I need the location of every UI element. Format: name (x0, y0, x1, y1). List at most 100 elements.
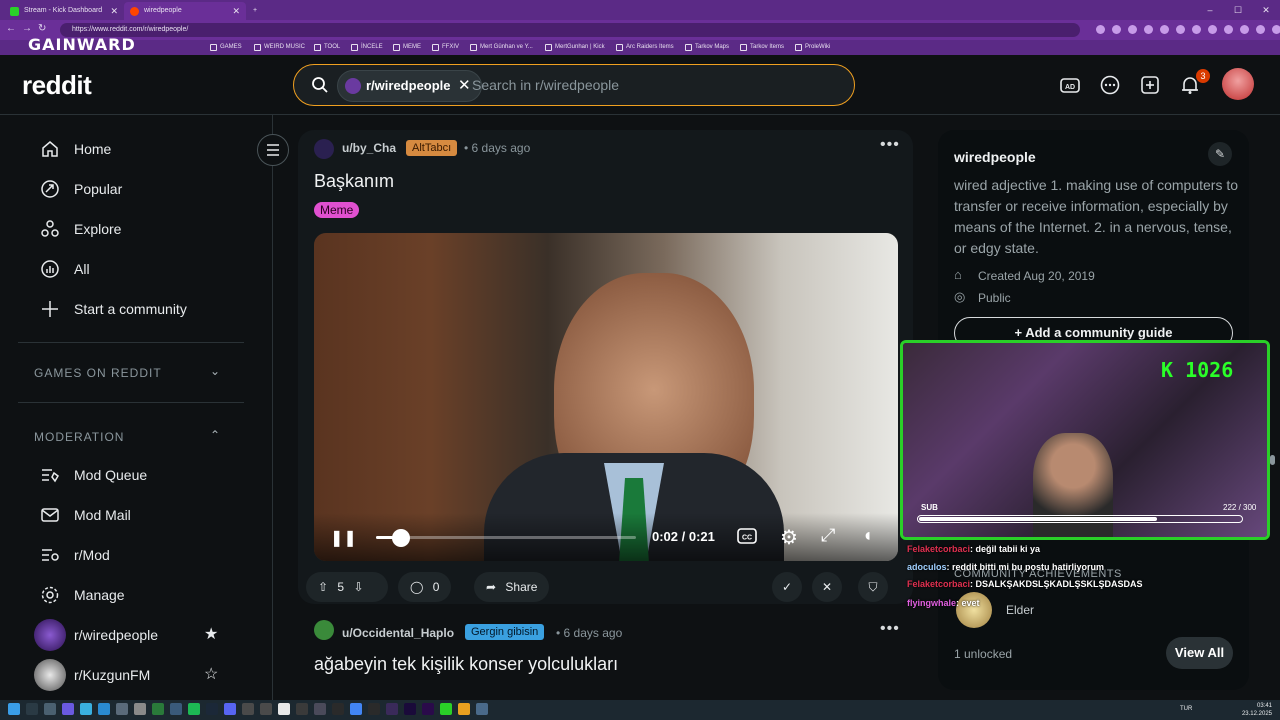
chevron-up-icon[interactable]: ⌃ (210, 428, 220, 442)
user-avatar[interactable] (1222, 68, 1254, 100)
maximize-icon[interactable]: ☐ (1224, 0, 1252, 20)
extension-icon[interactable] (1224, 25, 1233, 34)
bookmark-prolewiki[interactable]: ProleWiki (795, 42, 830, 53)
start-icon[interactable] (8, 703, 20, 715)
app-icon[interactable] (62, 703, 74, 715)
bookmark-weird-music[interactable]: WEIRD MUSIC (254, 42, 305, 53)
bookmark-incele[interactable]: İNCELE (351, 42, 383, 53)
premiere-icon[interactable] (422, 703, 434, 715)
post-title[interactable]: ağabeyin tek kişilik konser yolculukları (314, 654, 618, 675)
photoshop-icon[interactable] (404, 703, 416, 715)
sidebar-item-start-community[interactable]: Start a community (40, 294, 240, 324)
more-options-icon[interactable]: ••• (880, 136, 900, 154)
extension-icon[interactable] (1256, 25, 1265, 34)
star-icon[interactable] (1144, 25, 1153, 34)
section-games-on-reddit[interactable]: GAMES ON REDDIT (34, 366, 162, 380)
app-icon[interactable] (314, 703, 326, 715)
sidebar-item-popular[interactable]: Popular (40, 174, 240, 204)
bookmark-tarkov-items[interactable]: Tarkov Items (740, 42, 784, 53)
search-icon[interactable] (26, 703, 38, 715)
upvote-icon[interactable]: ⇧ (318, 580, 328, 594)
new-tab-button[interactable]: + (248, 2, 262, 20)
sidebar-item-all[interactable]: All (40, 254, 240, 284)
app-icon[interactable] (476, 703, 488, 715)
extension-icon[interactable] (1272, 25, 1280, 34)
clear-chip-icon[interactable]: ✕ (458, 71, 471, 101)
system-clock[interactable]: 03:41 23.12.2025 (1242, 702, 1272, 718)
bookmark-tool[interactable]: TOOL (314, 42, 340, 53)
sidebar-item-mod-mail[interactable]: Mod Mail (40, 500, 240, 530)
discord-icon[interactable] (224, 703, 236, 715)
scrollbar-thumb[interactable] (1270, 455, 1275, 465)
extension-icon[interactable] (1192, 25, 1201, 34)
video-progress-thumb[interactable] (391, 529, 410, 547)
sidebar-item-manage[interactable]: Manage (40, 580, 240, 610)
input-language[interactable]: TUR (1180, 706, 1192, 712)
extension-icon[interactable] (1160, 25, 1169, 34)
fullscreen-icon[interactable]: ⤢ (821, 525, 835, 546)
post-author-avatar[interactable] (314, 620, 334, 640)
search-bar[interactable]: r/wiredpeople ✕ Search in r/wiredpeople (293, 64, 855, 106)
steam-icon[interactable] (206, 703, 218, 715)
post-card[interactable]: u/Occidental_Haplo Gergin gibisin • 6 da… (298, 612, 913, 702)
more-options-icon[interactable]: ••• (880, 620, 900, 638)
approve-icon[interactable]: ✓ (772, 572, 802, 602)
extension-icon[interactable] (1096, 25, 1105, 34)
sidebar-item-r-mod[interactable]: r/Mod (40, 540, 240, 570)
extension-icon[interactable] (1240, 25, 1249, 34)
chevron-down-icon[interactable]: ⌄ (210, 364, 220, 378)
pause-icon[interactable]: ❚❚ (330, 528, 357, 548)
chat-icon[interactable] (1099, 74, 1121, 96)
url-field[interactable]: https://www.reddit.com/r/wiredpeople/ (60, 23, 1080, 37)
edit-pencil-icon[interactable]: ✎ (1208, 142, 1232, 166)
back-icon[interactable]: ← (6, 23, 22, 34)
video-player[interactable]: ❚❚ 0:02 / 0:21 CC ⚙ ⤢ ◖ (314, 233, 898, 561)
chrome-icon[interactable] (350, 703, 362, 715)
advertise-icon[interactable]: AD (1059, 74, 1081, 96)
search-input[interactable]: Search in r/wiredpeople (472, 77, 619, 93)
extension-icon[interactable] (1112, 25, 1121, 34)
bookmark-mert-gunhan[interactable]: Mert Günhan ve Y... (470, 42, 533, 53)
downvote-icon[interactable]: ⇩ (353, 580, 363, 594)
taskview-icon[interactable] (44, 703, 56, 715)
xbox-icon[interactable] (152, 703, 164, 715)
app-icon[interactable] (242, 703, 254, 715)
app-icon[interactable] (116, 703, 128, 715)
sidebar-item-community-kuzgunfm[interactable]: r/KuzgunFM ☆ (34, 659, 240, 691)
audition-icon[interactable] (386, 703, 398, 715)
app-icon[interactable] (80, 703, 92, 715)
post-author[interactable]: u/by_Cha (342, 141, 396, 155)
app-icon[interactable] (458, 703, 470, 715)
app-icon[interactable] (170, 703, 182, 715)
star-outline-icon[interactable]: ☆ (204, 660, 218, 690)
edge-icon[interactable] (98, 703, 110, 715)
close-window-icon[interactable]: ✕ (1252, 0, 1280, 20)
search-community-chip[interactable]: r/wiredpeople ✕ (337, 70, 482, 102)
comments-button[interactable]: ◯ 0 (398, 572, 452, 602)
post-flair[interactable]: Meme (314, 202, 360, 218)
sidebar-item-home[interactable]: Home (40, 134, 240, 164)
sidebar-item-mod-queue[interactable]: Mod Queue (40, 460, 240, 490)
post-author[interactable]: u/Occidental_Haplo (342, 626, 454, 640)
extension-icon[interactable] (1128, 25, 1137, 34)
settings-gear-icon[interactable]: ⚙ (780, 525, 798, 550)
app-icon[interactable] (296, 703, 308, 715)
close-tab-icon[interactable]: ✕ (110, 2, 118, 20)
view-all-button[interactable]: View All (1166, 637, 1233, 669)
obs-icon[interactable] (260, 703, 272, 715)
extension-icon[interactable] (1176, 25, 1185, 34)
page-scrollbar[interactable] (1270, 115, 1276, 700)
app-icon[interactable] (134, 703, 146, 715)
reload-icon[interactable]: ↻ (38, 23, 52, 34)
app-icon[interactable] (332, 703, 344, 715)
star-filled-icon[interactable]: ★ (204, 620, 218, 650)
post-card[interactable]: u/by_Cha AltTabcı • 6 days ago ••• Başka… (298, 130, 913, 604)
tab-kick-dashboard[interactable]: Stream - Kick Dashboard ✕ (4, 2, 124, 20)
sidebar-item-explore[interactable]: Explore (40, 214, 240, 244)
volume-icon[interactable]: ◖ (862, 525, 873, 546)
post-title[interactable]: Başkanım (314, 171, 394, 192)
bookmark-ffxiv[interactable]: FFXIV (432, 42, 459, 53)
video-progress-bar[interactable] (376, 529, 636, 547)
bookmark-kick[interactable]: MertGunhan | Kick (545, 42, 605, 53)
app-icon[interactable] (278, 703, 290, 715)
